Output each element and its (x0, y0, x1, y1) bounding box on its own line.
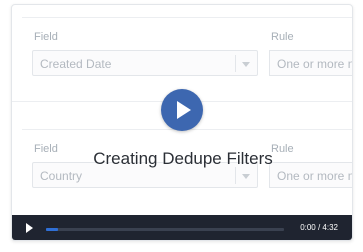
video-embed-frame: Field Rule Created Date One or more n Fi… (0, 0, 363, 252)
rule-label: Rule (271, 31, 294, 43)
chevron-down-icon (242, 62, 250, 67)
field-select-value: Country (40, 169, 83, 183)
big-play-button[interactable] (161, 89, 203, 131)
rule-select-value: One or more m (277, 169, 353, 183)
select-divider (235, 167, 236, 184)
rule-select-value: One or more n (277, 57, 353, 71)
field-label: Field (34, 31, 58, 43)
video-title: Creating Dedupe Filters (93, 149, 273, 168)
video-frame: Field Rule Created Date One or more n Fi… (12, 5, 353, 215)
progress-fill (46, 228, 58, 231)
rule-select: One or more n (269, 50, 353, 76)
play-icon[interactable] (26, 223, 33, 233)
progress-bar[interactable] (46, 228, 284, 231)
select-divider (235, 55, 236, 72)
play-icon (177, 101, 191, 119)
chevron-down-icon (242, 174, 250, 179)
field-select: Created Date (32, 50, 258, 76)
field-select-value: Created Date (40, 57, 112, 71)
time-display: 0:00 / 4:32 (300, 223, 338, 232)
video-control-bar: 0:00 / 4:32 (12, 215, 352, 240)
video-player[interactable]: Field Rule Created Date One or more n Fi… (11, 4, 353, 241)
